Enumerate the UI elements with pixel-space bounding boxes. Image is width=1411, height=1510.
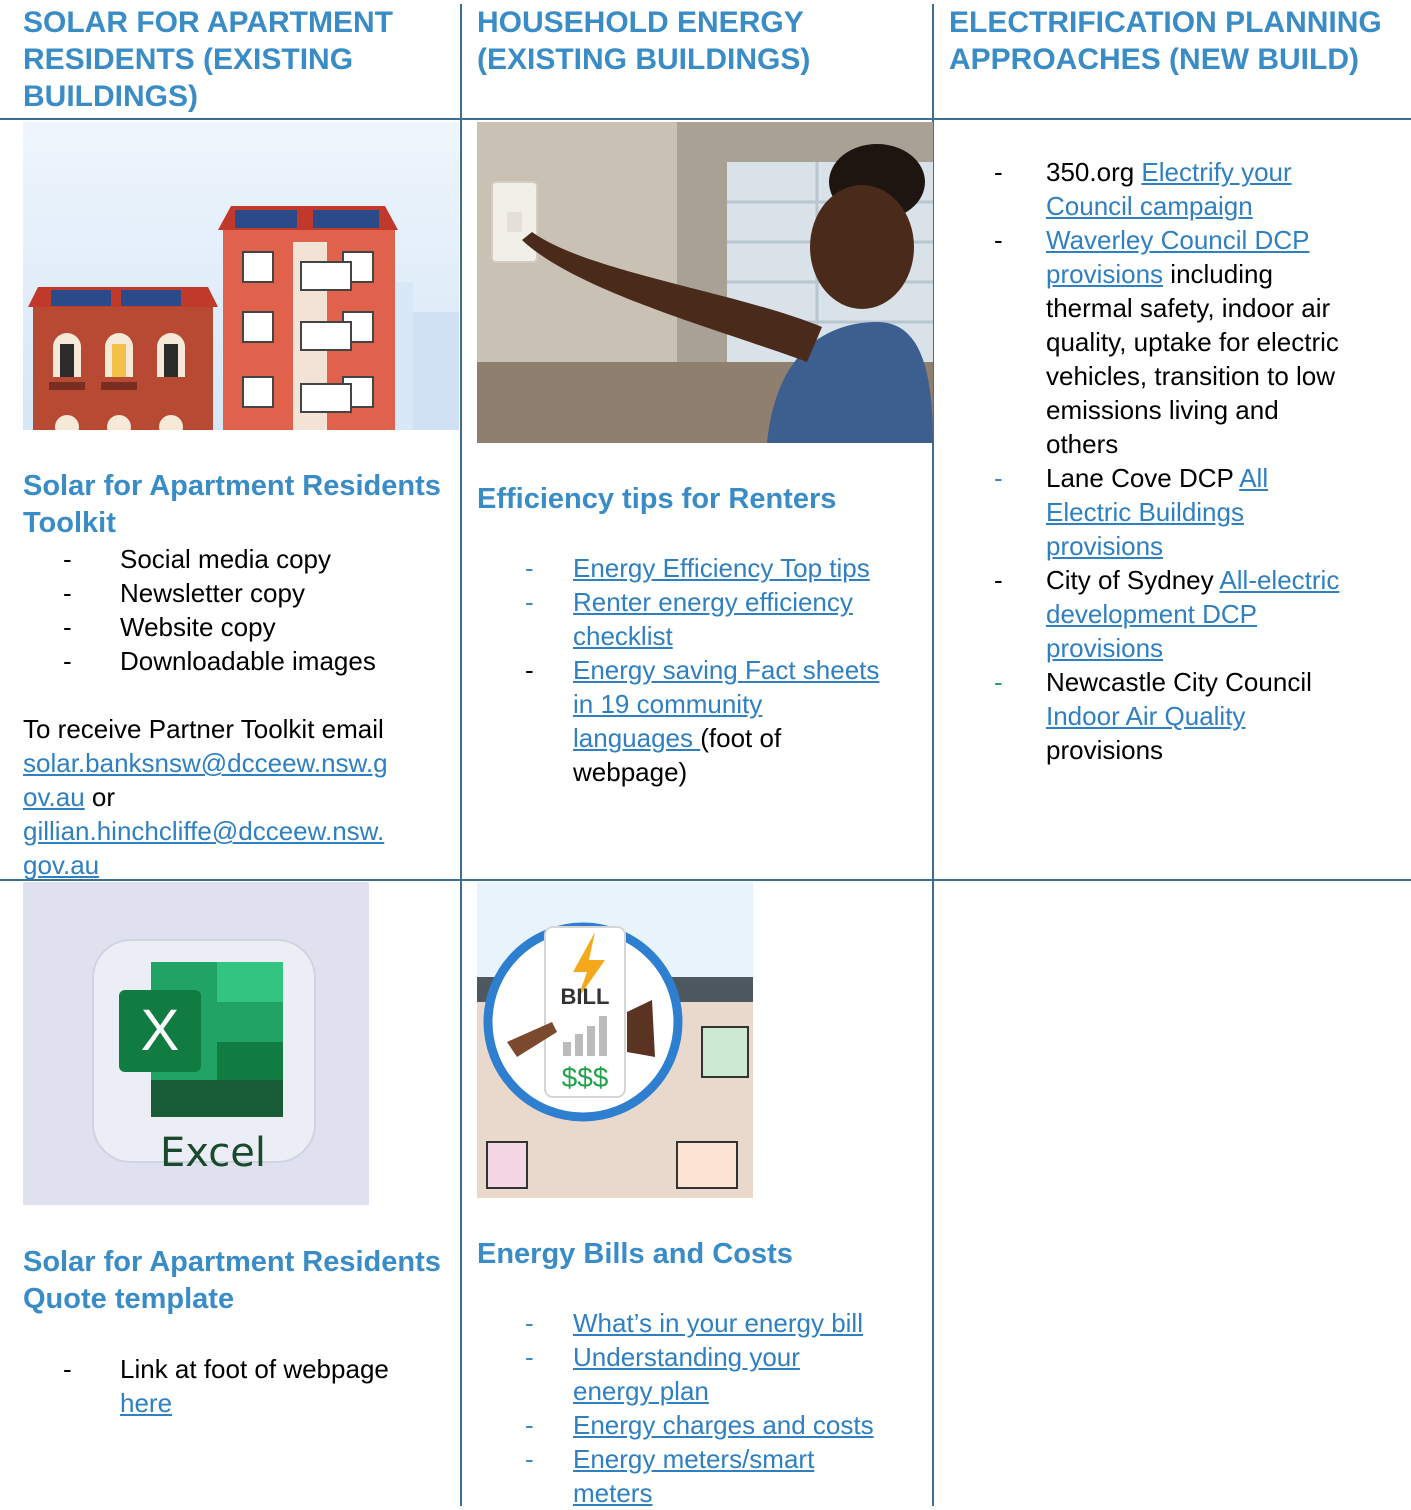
email-link-solar[interactable]: solar.banksnsw@dcceew.nsw.g xyxy=(23,748,388,778)
column-heading-solar: SOLAR FOR APARTMENT RESIDENTS (EXISTING … xyxy=(23,6,393,113)
toolkit-list: - Social media copy - Newsletter copy - Web… xyxy=(63,542,453,678)
list-item: - Social media copy xyxy=(63,544,331,574)
email-link-gillian[interactable]: gillian.hinchcliffe@dcceew.nsw. xyxy=(23,816,384,846)
energy-charges-link[interactable]: Energy charges and costs xyxy=(573,1410,874,1440)
list-item: - Waverley Council DCP provisions includin… xyxy=(994,225,1339,459)
bill-label: BILL xyxy=(561,984,610,1009)
understanding-plan-link[interactable]: Understanding your xyxy=(573,1342,800,1372)
list-item: - Renter energy efficiency checklist xyxy=(525,587,853,651)
email-intro: To receive Partner Toolkit email xyxy=(23,714,384,744)
column-divider-1 xyxy=(460,4,462,1506)
email-line: gov.au xyxy=(23,848,453,882)
electrify-council-link[interactable]: Electrify your xyxy=(1141,157,1291,187)
list-item: - Understanding your energy plan xyxy=(525,1342,800,1406)
energy-bill-illustration: BILL $$$ xyxy=(477,882,753,1198)
apartment-solar-illustration xyxy=(23,122,459,430)
fact-sheets-link[interactable]: Energy saving Fact sheets xyxy=(573,655,879,685)
email-link-gillian-cont[interactable]: gov.au xyxy=(23,850,99,880)
list-item: - Energy saving Fact sheets in 19 communit… xyxy=(525,655,880,787)
quote-section: Solar for Apartment Residents Quote temp… xyxy=(23,1244,453,1420)
list-item: - Downloadable images xyxy=(63,646,376,676)
email-link-solar-cont[interactable]: ov.au xyxy=(23,782,85,812)
electrification-list: -350.org Electrify your Council campaign … xyxy=(994,155,1404,767)
email-line: gillian.hinchcliffe@dcceew.nsw. xyxy=(23,814,453,848)
renters-link-list: - Energy Efficiency Top tips - Renter ener… xyxy=(525,551,927,789)
list-item: -350.org Electrify your Council campaign xyxy=(994,157,1292,221)
email-line: ov.au or xyxy=(23,782,116,812)
bills-title: Energy Bills and Costs xyxy=(477,1238,793,1270)
energy-efficiency-top-tips-link[interactable]: Energy Efficiency Top tips xyxy=(573,553,870,583)
indoor-air-quality-link[interactable]: Indoor Air Quality xyxy=(1046,701,1245,731)
toolkit-section: Solar for Apartment Residents Toolkit -S… xyxy=(23,468,453,882)
list-item: - Newcastle City Council Indoor Air Qualit… xyxy=(994,667,1312,765)
renters-section: Efficiency tips for Renters - Energy Effi… xyxy=(477,481,927,789)
fact-sheets-link-cont[interactable]: in 19 community xyxy=(573,689,762,719)
quote-template-here-link[interactable]: here xyxy=(120,1388,172,1418)
column-heading-household: HOUSEHOLD ENERGY (EXISTING BUILDINGS) xyxy=(477,6,811,76)
energy-meters-link[interactable]: Energy meters/smart xyxy=(573,1444,814,1474)
list-item: - Energy Efficiency Top tips xyxy=(525,553,870,583)
lane-cove-link-end[interactable]: provisions xyxy=(1046,531,1163,561)
list-item: - Energy charges and costs xyxy=(525,1410,874,1440)
renter-checklist-link[interactable]: Renter energy efficiency xyxy=(573,587,853,617)
waverley-dcp-link[interactable]: Waverley Council DCP xyxy=(1046,225,1309,255)
renter-checklist-link-cont[interactable]: checklist xyxy=(573,621,673,651)
lane-cove-link[interactable]: All xyxy=(1239,463,1268,493)
city-of-sydney-link-end[interactable]: provisions xyxy=(1046,633,1163,663)
electrification-section: -350.org Electrify your Council campaign … xyxy=(994,155,1404,767)
city-of-sydney-link-cont[interactable]: development DCP xyxy=(1046,599,1257,629)
waverley-dcp-link-cont[interactable]: provisions xyxy=(1046,259,1163,289)
list-item: - Newsletter copy xyxy=(63,578,305,608)
bills-section: Energy Bills and Costs - What’s in your e… xyxy=(477,1236,927,1510)
bill-money: $$$ xyxy=(562,1062,609,1093)
fact-sheets-link-end[interactable]: languages xyxy=(573,723,700,753)
column-heading-electrification: ELECTRIFICATION PLANNING APPROACHES (NEW… xyxy=(949,6,1382,76)
woman-light-switch-photo xyxy=(477,122,933,443)
email-line: solar.banksnsw@dcceew.nsw.g xyxy=(23,746,453,780)
list-item: - Energy meters/smart meters xyxy=(525,1444,815,1508)
list-item: - City of Sydney All-electric development … xyxy=(994,565,1340,663)
document-page: SOLAR FOR APARTMENT RESIDENTS (EXISTING … xyxy=(0,0,1411,1508)
list-item: - Lane Cove DCP All Electric Buildings prov… xyxy=(994,463,1269,561)
list-item: - Website copy xyxy=(63,612,276,642)
toolkit-title: Solar for Apartment Residents Toolkit xyxy=(23,470,441,539)
understanding-plan-link-cont[interactable]: energy plan xyxy=(573,1376,709,1406)
list-item: - What’s in your energy bill xyxy=(525,1308,863,1338)
whats-in-your-bill-link[interactable]: What’s in your energy bill xyxy=(573,1308,863,1338)
quote-title: Solar for Apartment Residents Quote temp… xyxy=(23,1246,441,1315)
excel-icon: X Excel xyxy=(23,882,369,1205)
lane-cove-link-cont[interactable]: Electric Buildings xyxy=(1046,497,1244,527)
list-item: - Link at foot of webpage here xyxy=(63,1354,389,1418)
excel-label: Excel xyxy=(160,1130,266,1176)
electrify-council-link-cont[interactable]: Council campaign xyxy=(1046,191,1253,221)
renters-title: Efficiency tips for Renters xyxy=(477,483,837,515)
city-of-sydney-link[interactable]: All-electric xyxy=(1219,565,1339,595)
header-rule xyxy=(0,118,1411,120)
energy-meters-link-cont[interactable]: meters xyxy=(573,1478,652,1508)
quote-list: - Link at foot of webpage here xyxy=(63,1352,453,1420)
bills-link-list: - What’s in your energy bill - Understandi… xyxy=(525,1306,927,1510)
excel-letter: X xyxy=(141,998,180,1063)
